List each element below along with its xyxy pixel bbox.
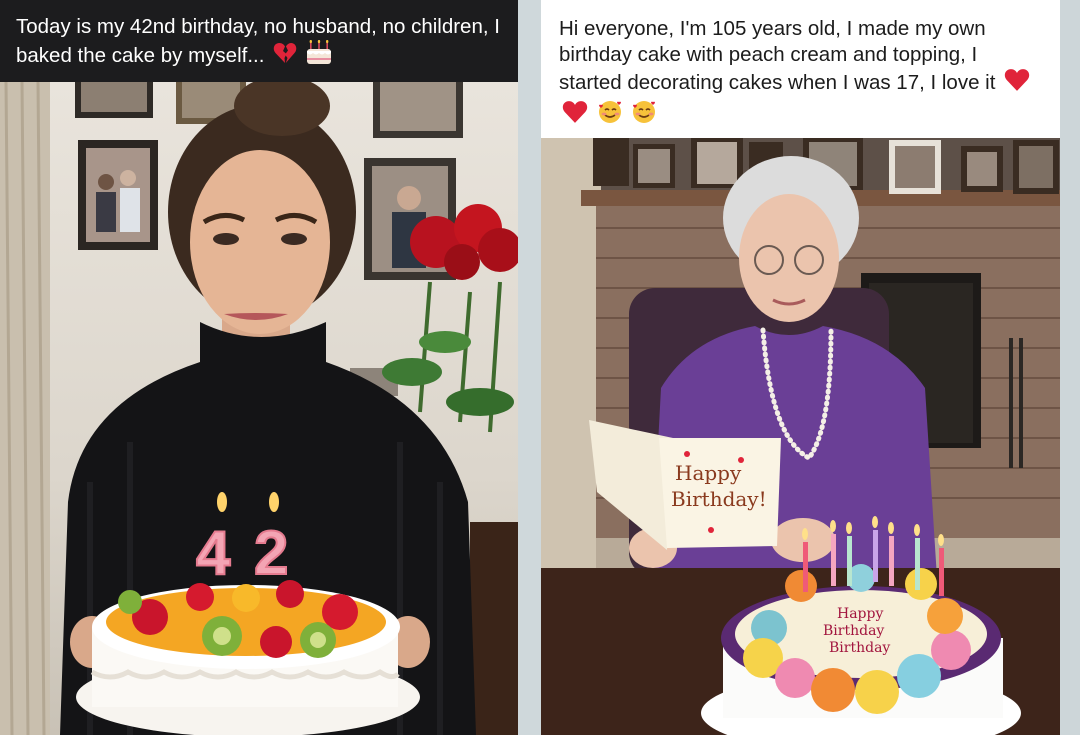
post-caption: Today is my 42nd birthday, no husband, n… [0, 0, 518, 82]
post-right: Hi everyone, I'm 105 years old, I made m… [541, 0, 1060, 735]
column-divider [518, 0, 541, 735]
photo-woman-with-cake[interactable]: 4 2 [0, 82, 518, 735]
cake-text-happy: Happy [837, 606, 883, 622]
page-margin [1060, 0, 1080, 735]
caption-text: Today is my 42nd birthday, no husband, n… [16, 15, 500, 67]
smiling-face-with-hearts-icon [597, 99, 623, 132]
birthday-cake-icon [306, 39, 332, 73]
post-caption: Hi everyone, I'm 105 years old, I made m… [541, 0, 1060, 138]
post-left: Today is my 42nd birthday, no husband, n… [0, 0, 518, 735]
card-text-happy: Happy [675, 461, 742, 485]
caption-text: Hi everyone, I'm 105 years old, I made m… [559, 17, 996, 94]
red-heart-icon [562, 100, 588, 131]
cake-text-birthday-1: Birthday [823, 623, 884, 639]
smiling-face-with-hearts-icon [631, 99, 657, 132]
card-text-birthday: Birthday! [671, 487, 767, 511]
cake-text-birthday-2: Birthday [829, 640, 890, 656]
red-heart-icon [1004, 68, 1030, 99]
candle-4: 4 [196, 519, 231, 588]
photo-elderly-woman-with-cake[interactable]: Happy Birthday! Happy Birthday Birthday [541, 138, 1060, 735]
candle-2: 2 [254, 519, 288, 588]
broken-heart-icon [273, 42, 297, 71]
